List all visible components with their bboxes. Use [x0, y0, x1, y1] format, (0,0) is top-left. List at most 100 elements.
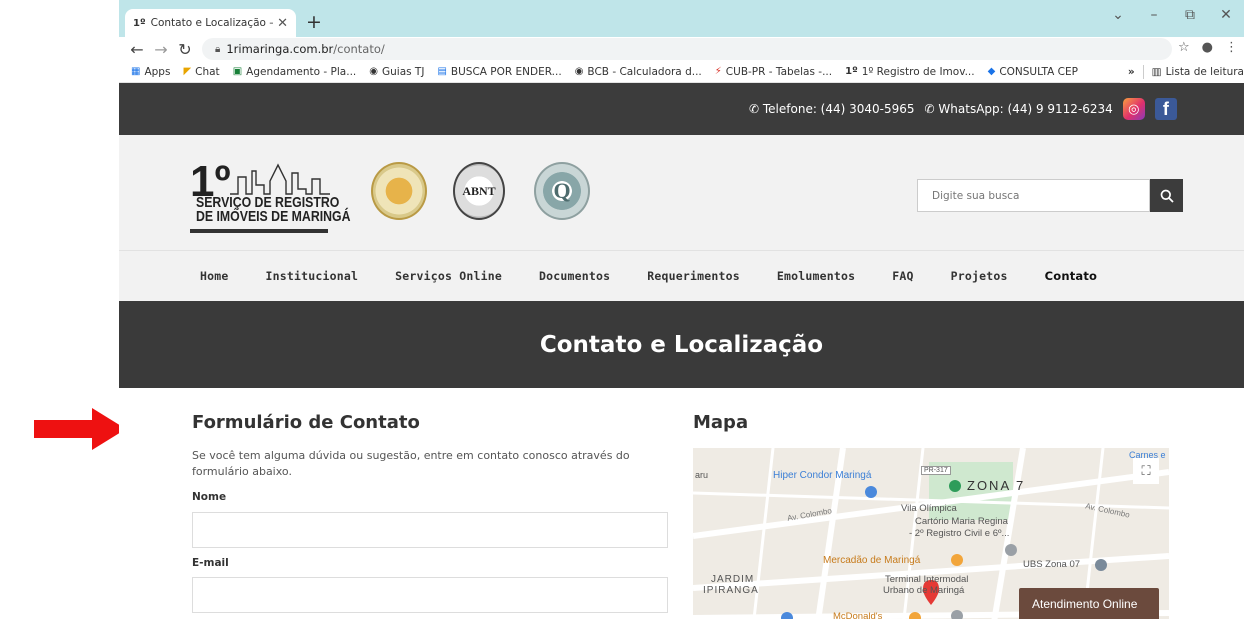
map-label: Terminal Intermodal	[885, 574, 969, 585]
url-path: /contato/	[333, 42, 385, 56]
restore-icon[interactable]: ⧉	[1172, 7, 1208, 23]
lock-icon[interactable]: 🔒︎	[215, 44, 220, 55]
map-label: IPIRANGA	[703, 585, 759, 596]
apps-grid-icon: ▦	[131, 66, 141, 77]
tab-title: Contato e Localização – 1º Regis	[150, 17, 273, 29]
tab-strip: 1º Contato e Localização – 1º Regis ✕ + …	[119, 0, 1244, 37]
minimize-icon[interactable]: –	[1136, 7, 1172, 23]
map-label: - 2º Registro Civil e 6º...	[909, 528, 1010, 539]
online-chat-button[interactable]: Atendimento Online	[1019, 588, 1159, 619]
bookmark-label: BUSCA POR ENDER...	[450, 65, 562, 78]
forward-icon[interactable]: →	[149, 40, 173, 59]
registry-icon: 1º	[845, 66, 858, 77]
back-icon[interactable]: ←	[125, 40, 149, 59]
nav-documentos[interactable]: Documentos	[539, 269, 610, 283]
skyline-icon	[230, 163, 330, 195]
bookmark-label: Agendamento - Pla...	[246, 65, 357, 78]
calendar-icon: ▣	[232, 66, 243, 77]
nav-faq[interactable]: FAQ	[892, 269, 913, 283]
site-topbar: ✆ Telefone: (44) 3040-5965 ✆ WhatsApp: (…	[119, 83, 1244, 135]
instagram-icon[interactable]: ◎	[1122, 98, 1145, 120]
nav-emolumentos[interactable]: Emolumentos	[777, 269, 855, 283]
bookmarks-overflow: » ▥ Lista de leitura	[1119, 61, 1244, 83]
nav-contato[interactable]: Contato	[1045, 269, 1098, 283]
globe-icon: ◉	[574, 66, 584, 77]
window-controls: ⌄ – ⧉ ✕	[1100, 0, 1244, 30]
bookmark-cub[interactable]: ⚡︎ CUB-PR - Tabelas -...	[715, 66, 832, 78]
name-label: Nome	[192, 491, 227, 503]
site-logo[interactable]: 1º SERVIÇO DE REGISTRO DE IMÓVEIS DE MAR…	[190, 157, 350, 233]
globe-icon: ◉	[369, 66, 378, 77]
reading-list-label[interactable]: Lista de leitura	[1166, 66, 1244, 78]
nav-servicos-online[interactable]: Serviços Online	[395, 269, 502, 283]
map-label: Mercadão de Maringá	[823, 555, 921, 566]
quality-seal: Q	[534, 162, 590, 220]
whatsapp-link[interactable]: ✆ WhatsApp: (44) 9 9112-6234	[925, 102, 1113, 116]
bookmarks-bar: ▦ Apps ◤ Chat ▣ Agendamento - Pla... ◉ Guias…	[119, 61, 1244, 83]
bookmark-label: Chat	[195, 65, 220, 78]
close-tab-icon[interactable]: ✕	[277, 16, 288, 31]
map-label: PR-317	[921, 466, 951, 475]
bookmark-agendamento[interactable]: ▣ Agendamento - Pla...	[233, 66, 357, 78]
bookmark-star-icon[interactable]: ☆	[1178, 40, 1190, 55]
pin-icon: ◆	[987, 66, 996, 77]
doc-icon: ▤	[437, 66, 447, 77]
search-icon[interactable]	[1150, 179, 1183, 212]
bookmark-label: Apps	[144, 65, 171, 78]
map-label: JARDIM	[711, 574, 755, 585]
phone-link[interactable]: ✆ Telefone: (44) 3040-5965	[749, 102, 915, 116]
chat-icon: ◤	[183, 66, 192, 77]
close-window-icon[interactable]: ✕	[1208, 7, 1244, 23]
reload-icon[interactable]: ↻	[173, 40, 197, 59]
responsabilidade-seal	[371, 162, 427, 220]
map-heading: Mapa	[693, 412, 749, 433]
form-heading: Formulário de Contato	[192, 412, 420, 433]
site-search	[917, 179, 1183, 212]
chevron-double-right-icon[interactable]: »	[1128, 66, 1135, 78]
email-field[interactable]	[192, 577, 668, 613]
url-host: 1rimaringa.com.br	[226, 42, 334, 56]
map-label: McDonald's	[833, 611, 883, 619]
bookmark-cep[interactable]: ◆ CONSULTA CEP	[988, 66, 1078, 78]
form-intro-text: Se você tem alguma dúvida ou sugestão, e…	[192, 449, 630, 478]
browser-tab[interactable]: 1º Contato e Localização – 1º Regis ✕	[125, 9, 296, 37]
logo-line2: DE IMÓVEIS DE MARINGÁ	[196, 208, 351, 225]
page-title-banner: Contato e Localização	[119, 301, 1244, 388]
browser-window: 1º Contato e Localização – 1º Regis ✕ + …	[119, 0, 1244, 619]
divider	[1142, 65, 1144, 79]
bookmark-bcb[interactable]: ◉ BCB - Calculadora d...	[575, 66, 702, 78]
facebook-icon[interactable]: f	[1154, 98, 1177, 120]
address-bar[interactable]: 🔒︎ 1rimaringa.com.br/contato/	[202, 38, 1172, 60]
name-field[interactable]	[192, 512, 668, 548]
nav-projetos[interactable]: Projetos	[951, 269, 1008, 283]
bookmark-label: CONSULTA CEP	[999, 65, 1078, 78]
bookmark-apps[interactable]: ▦ Apps	[131, 66, 170, 78]
bolt-icon: ⚡︎	[714, 66, 722, 77]
red-arrow-annotation	[34, 408, 126, 450]
contact-bar: ✆ Telefone: (44) 3040-5965 ✆ WhatsApp: (…	[749, 98, 1177, 120]
menu-kebab-icon[interactable]: ⋮	[1225, 40, 1238, 55]
map-label: Vila Olímpica	[901, 503, 957, 514]
site-header: 1º SERVIÇO DE REGISTRO DE IMÓVEIS DE MAR…	[119, 135, 1244, 250]
browser-toolbar: ← → ↻ 🔒︎ 1rimaringa.com.br/contato/ ☆ ● …	[119, 37, 1244, 61]
abnt-seal: ABNT	[453, 162, 505, 220]
nav-home[interactable]: Home	[200, 269, 229, 283]
chat-label: Atendimento Online	[1032, 596, 1138, 611]
nav-requerimentos[interactable]: Requerimentos	[647, 269, 740, 283]
map-label: ZONA 7	[967, 478, 1026, 493]
search-input[interactable]	[917, 179, 1150, 212]
bookmark-busca[interactable]: ▤ BUSCA POR ENDER...	[437, 66, 561, 78]
map-label: UBS Zona 07	[1023, 559, 1081, 570]
new-tab-icon[interactable]: +	[306, 12, 322, 32]
tab-search-icon[interactable]: ⌄	[1100, 7, 1136, 23]
nav-institucional[interactable]: Institucional	[266, 269, 359, 283]
fullscreen-icon[interactable]: ⛶	[1133, 458, 1159, 484]
logo-underline	[190, 229, 328, 233]
main-content: Formulário de Contato Se você tem alguma…	[119, 388, 1244, 619]
profile-icon[interactable]: ●	[1202, 40, 1213, 55]
bookmark-chat[interactable]: ◤ Chat	[183, 66, 219, 78]
reading-list-icon[interactable]: ▥	[1152, 66, 1162, 78]
bookmark-registro[interactable]: 1º 1º Registro de Imov...	[845, 66, 975, 78]
map-label: Urbano de Maringá	[883, 585, 965, 596]
bookmark-guias[interactable]: ◉ Guias TJ	[369, 66, 424, 78]
